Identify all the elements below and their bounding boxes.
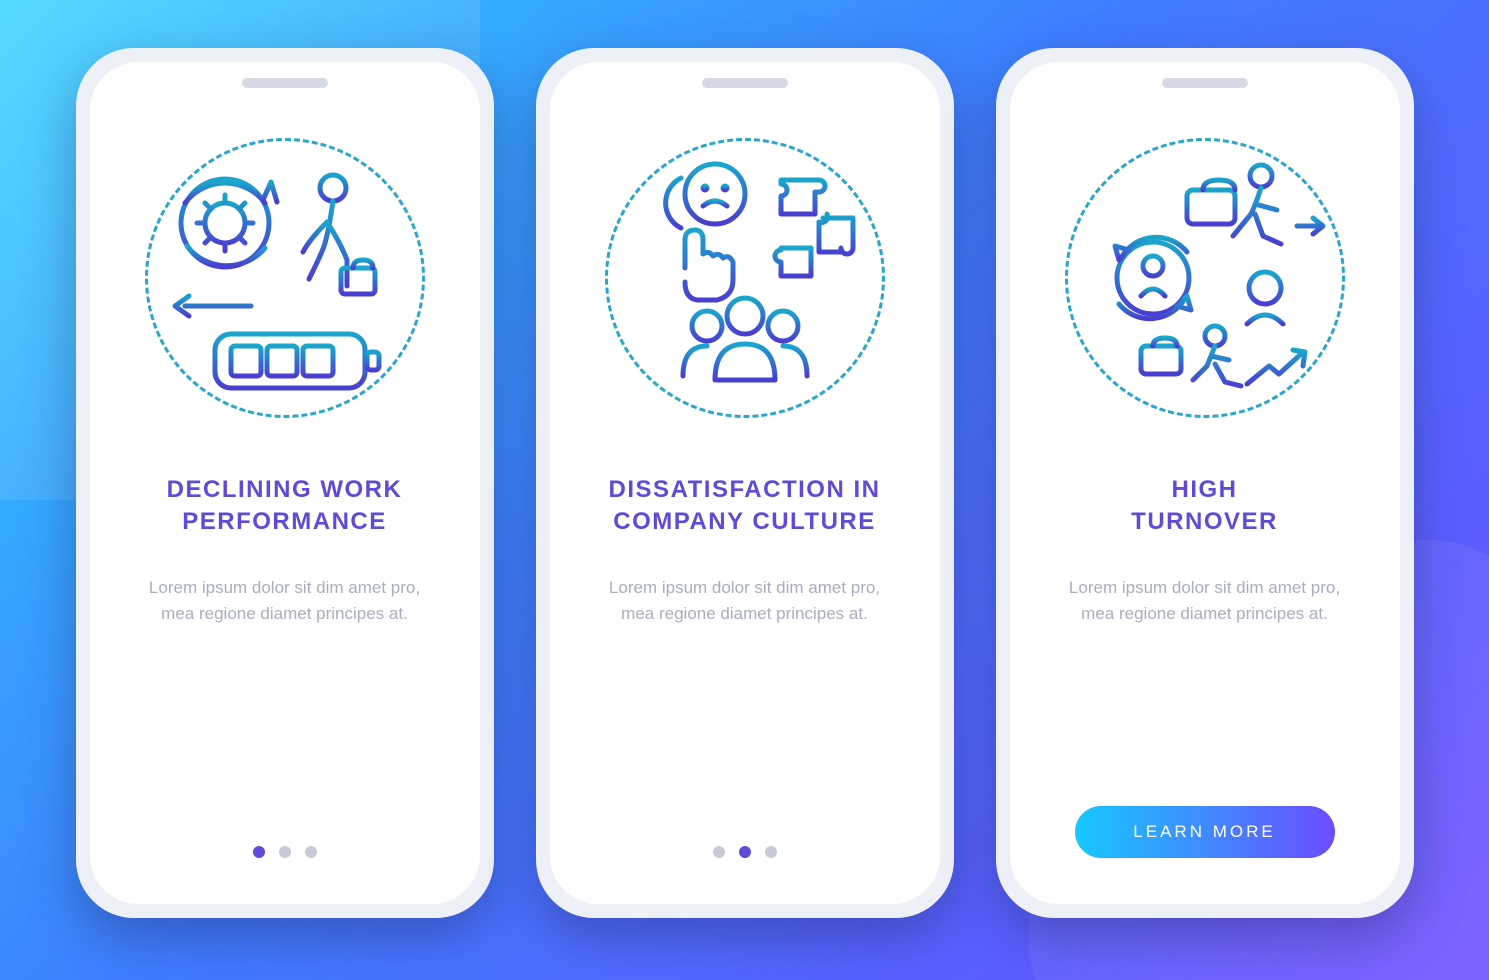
- screen-title: HIGH TURNOVER: [1131, 474, 1278, 539]
- screen-title: DECLINING WORK PERFORMANCE: [167, 474, 403, 539]
- phone-row: DECLINING WORK PERFORMANCE Lorem ipsum d…: [0, 48, 1489, 918]
- screen-body: Lorem ipsum dolor sit dim amet pro, mea …: [135, 575, 435, 628]
- dashed-circle-icon: [145, 138, 425, 418]
- page-dot[interactable]: [739, 846, 751, 858]
- dashed-circle-icon: [1065, 138, 1345, 418]
- page-dot[interactable]: [279, 846, 291, 858]
- page-dot[interactable]: [765, 846, 777, 858]
- high-turnover-icon: [1065, 138, 1345, 418]
- page-indicator: [253, 846, 317, 870]
- onboarding-screen-3: HIGH TURNOVER Lorem ipsum dolor sit dim …: [1010, 62, 1400, 904]
- learn-more-button[interactable]: LEARN MORE: [1075, 806, 1335, 858]
- stage: DECLINING WORK PERFORMANCE Lorem ipsum d…: [0, 0, 1489, 980]
- declining-performance-icon: [145, 138, 425, 418]
- dashed-circle-icon: [605, 138, 885, 418]
- screen-body: Lorem ipsum dolor sit dim amet pro, mea …: [1055, 575, 1355, 628]
- phone-mockup: DISSATISFACTION IN COMPANY CULTURE Lorem…: [536, 48, 954, 918]
- screen-body: Lorem ipsum dolor sit dim amet pro, mea …: [595, 575, 895, 628]
- page-dot[interactable]: [305, 846, 317, 858]
- dissatisfaction-icon: [605, 138, 885, 418]
- page-dot[interactable]: [713, 846, 725, 858]
- page-dot[interactable]: [253, 846, 265, 858]
- onboarding-screen-2: DISSATISFACTION IN COMPANY CULTURE Lorem…: [550, 62, 940, 904]
- onboarding-screen-1: DECLINING WORK PERFORMANCE Lorem ipsum d…: [90, 62, 480, 904]
- phone-mockup: DECLINING WORK PERFORMANCE Lorem ipsum d…: [76, 48, 494, 918]
- screen-title: DISSATISFACTION IN COMPANY CULTURE: [609, 474, 881, 539]
- phone-mockup: HIGH TURNOVER Lorem ipsum dolor sit dim …: [996, 48, 1414, 918]
- page-indicator: [713, 846, 777, 870]
